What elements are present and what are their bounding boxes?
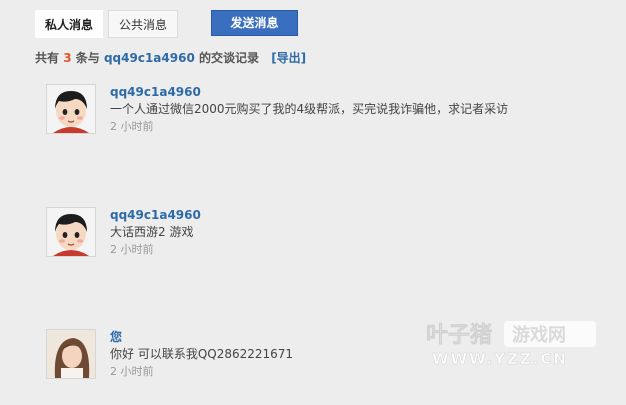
yzz-logo-icon: 叶子猪 游戏网 WWW.YZZ.CN (426, 321, 596, 368)
message-time: 2 小时前 (110, 365, 154, 378)
message-count: 3 (63, 51, 72, 65)
photo-girl-icon (47, 330, 95, 378)
message-sender[interactable]: qq49c1a4960 (110, 207, 201, 224)
logo-badge-text: 游戏网 (512, 324, 566, 346)
cartoon-boy-icon (47, 208, 95, 256)
conversation-summary: 共有 3 条与 qq49c1a4960 的交谈记录 [导出] (35, 49, 306, 66)
logo-url: WWW.YZZ.CN (432, 350, 568, 368)
message-text: 一个人通过微信2000元购买了我的4级帮派，买完说我诈骗他，求记者采访 (110, 102, 509, 116)
message-text: 大话西游2 游戏 (110, 225, 194, 239)
cartoon-boy-icon (47, 85, 95, 133)
message-time: 2 小时前 (110, 243, 154, 256)
message-sender[interactable]: 您 (110, 329, 293, 346)
conversation-user: qq49c1a4960 (103, 51, 195, 65)
cartoon-boy-avatar[interactable] (46, 207, 96, 257)
message-text: 你好 可以联系我QQ2862221671 (110, 347, 294, 361)
tab-public-messages[interactable]: 公共消息 (108, 10, 178, 38)
message-time: 2 小时前 (110, 120, 154, 133)
photo-girl-avatar[interactable] (46, 329, 96, 379)
tab-private-messages[interactable]: 私人消息 (35, 10, 103, 38)
logo-text: 叶子猪 (426, 322, 492, 348)
summary-prefix: 共有 (35, 51, 60, 65)
export-link[interactable]: [导出] (271, 51, 306, 65)
watermark-logo: 叶子猪 游戏网 WWW.YZZ.CN (426, 318, 606, 370)
send-message-button[interactable]: 发送消息 (211, 10, 298, 36)
summary-middle: 条与 (75, 51, 100, 65)
message-sender[interactable]: qq49c1a4960 (110, 84, 508, 101)
cartoon-boy-avatar[interactable] (46, 84, 96, 134)
summary-suffix: 的交谈记录 (198, 51, 259, 65)
